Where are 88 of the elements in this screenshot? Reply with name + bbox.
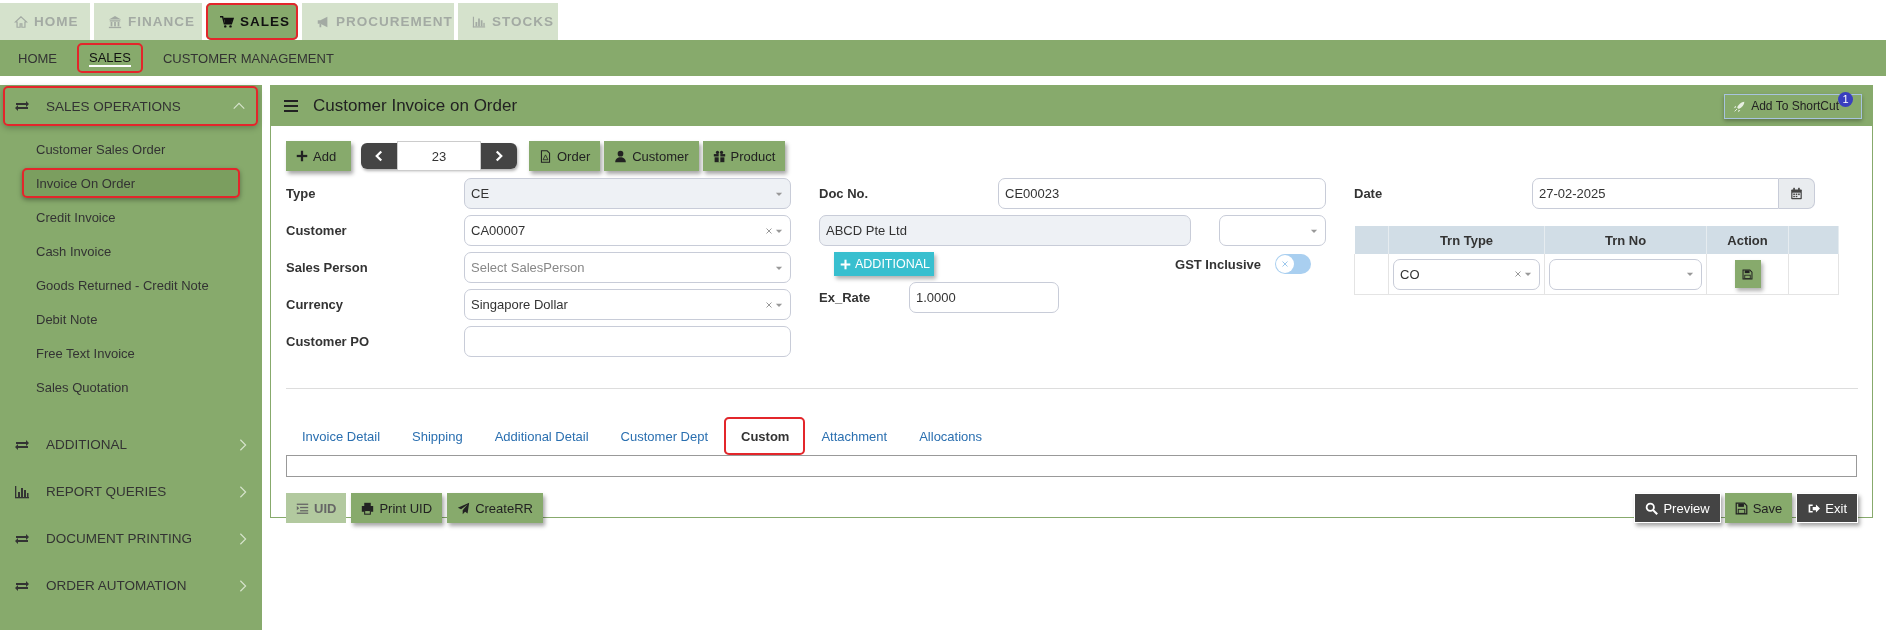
printer-icon: [361, 501, 375, 515]
paper-plane-icon: [457, 501, 471, 515]
select-field[interactable]: CO: [1393, 258, 1540, 290]
list-icon: [296, 501, 309, 515]
clear-icon: [1281, 260, 1289, 268]
clear-icon: [1514, 270, 1522, 278]
module-tab[interactable]: SALES: [206, 3, 298, 40]
sidebar-item[interactable]: Sales Quotation: [22, 372, 240, 402]
tab[interactable]: Additional Detail: [478, 417, 605, 455]
sidebar-section[interactable]: REPORT QUERIES: [0, 468, 262, 515]
previous-button[interactable]: [361, 143, 397, 169]
select-field[interactable]: Select SalesPerson: [464, 252, 791, 283]
sidebar-item[interactable]: Free Text Invoice: [22, 338, 240, 368]
toolbar-button[interactable]: Order: [529, 141, 601, 171]
bar-chart-icon: [472, 14, 486, 29]
plus-icon: [840, 258, 851, 270]
notification-badge: 1: [1838, 91, 1853, 107]
add-to-shortcut-button[interactable]: Add To ShortCut 1: [1724, 93, 1862, 119]
input-field[interactable]: [464, 326, 791, 357]
nav-link[interactable]: HOME: [6, 43, 69, 73]
sidebar-section[interactable]: DOCUMENT PRINTING: [0, 515, 262, 562]
tab[interactable]: Custom: [724, 417, 806, 455]
action-button[interactable]: CreateRR: [447, 493, 543, 523]
nav-link[interactable]: SALES: [77, 43, 143, 73]
save-button[interactable]: [1734, 260, 1761, 288]
sidebar-item[interactable]: Customer Sales Order: [22, 134, 240, 164]
sidebar-section[interactable]: SALES OPERATIONS: [3, 86, 258, 126]
sidebar-section[interactable]: ORDER AUTOMATION: [0, 562, 262, 609]
chevron-left-icon: [373, 150, 385, 162]
select-field[interactable]: [1219, 215, 1326, 246]
search-icon: [1645, 501, 1659, 515]
select-field[interactable]: Singapore Dollar: [464, 289, 791, 320]
field-label: Ex_Rate: [819, 290, 872, 305]
user-icon: [614, 149, 628, 163]
add-button[interactable]: Add: [286, 141, 351, 171]
toolbar-button[interactable]: Customer: [604, 141, 699, 171]
panel-title: Customer Invoice on Order: [313, 96, 519, 116]
sidebar-item[interactable]: Cash Invoice: [22, 236, 240, 266]
plus-icon: [296, 150, 308, 162]
tab[interactable]: Shipping: [396, 417, 479, 455]
bar-chart-icon: [14, 483, 30, 500]
action-button[interactable]: Preview: [1634, 493, 1721, 523]
chevron-right-icon: [493, 150, 505, 162]
document-icon: [539, 149, 552, 163]
select-field[interactable]: CA00007: [464, 215, 791, 246]
input-field[interactable]: CE00023: [998, 178, 1326, 209]
sidebar-item[interactable]: Debit Note: [22, 304, 240, 334]
field-label: Customer: [286, 223, 348, 238]
field-label: Date: [1354, 186, 1384, 201]
sidebar-item[interactable]: Invoice On Order: [22, 168, 240, 198]
field-label: Currency: [286, 297, 345, 312]
calendar-icon: [1790, 187, 1803, 200]
calendar-button[interactable]: [1779, 178, 1815, 209]
column-header: Action: [1727, 232, 1768, 248]
action-button[interactable]: Exit: [1796, 493, 1858, 523]
megaphone-icon: [316, 14, 330, 29]
date-field[interactable]: 27-02-2025: [1532, 178, 1779, 209]
bank-icon: [108, 14, 122, 29]
record-number-field[interactable]: 23: [397, 141, 481, 171]
sidebar-item[interactable]: Goods Returned - Credit Note: [22, 270, 240, 300]
tab[interactable]: Attachment: [805, 417, 904, 455]
sign-out-icon: [1807, 501, 1821, 515]
field-label: GST Inclusive: [1175, 256, 1261, 272]
menu-icon: [283, 98, 299, 114]
field-label: Type: [286, 186, 317, 201]
action-button[interactable]: Save: [1724, 493, 1793, 523]
action-button[interactable]: Print UID: [351, 493, 443, 523]
clear-icon: [765, 300, 773, 309]
sidebar-section[interactable]: ADDITIONAL: [0, 421, 262, 468]
field-label: Sales Person: [286, 260, 369, 275]
input-field[interactable]: 1.0000: [909, 282, 1059, 313]
select-field[interactable]: [1549, 258, 1702, 290]
clear-icon: [765, 226, 773, 235]
column-header: Trn Type: [1439, 232, 1494, 248]
next-button[interactable]: [481, 143, 517, 169]
tab[interactable]: Customer Dept: [604, 417, 725, 455]
gift-icon: [712, 149, 726, 163]
tab[interactable]: Invoice Detail: [286, 417, 397, 455]
sidebar-item[interactable]: Credit Invoice: [22, 202, 240, 232]
toolbar-button[interactable]: Product: [702, 141, 786, 171]
cart-icon: [220, 14, 234, 29]
nav-link[interactable]: CUSTOMER MANAGEMENT: [150, 43, 346, 73]
toggle-switch[interactable]: [1275, 254, 1311, 274]
column-header: Trn No: [1604, 232, 1647, 248]
tab[interactable]: Allocations: [903, 417, 999, 455]
field-label: Doc No.: [819, 186, 870, 201]
field-label: Customer PO: [286, 334, 371, 349]
home-icon: [14, 14, 28, 29]
